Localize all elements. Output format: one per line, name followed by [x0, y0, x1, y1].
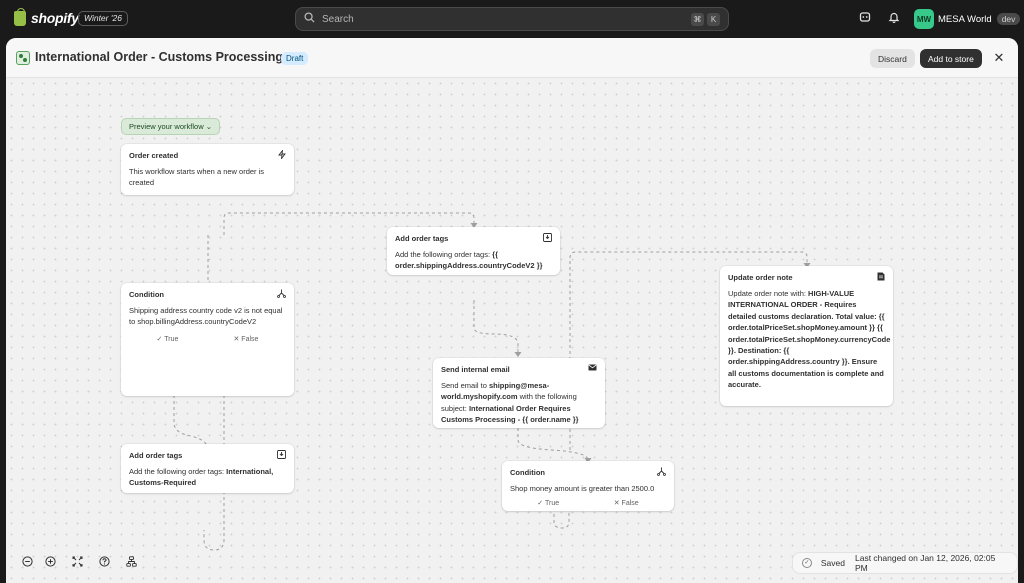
condition-node-country[interactable]: Condition Shipping address country code … — [121, 283, 294, 396]
node-title: Condition — [510, 468, 545, 477]
search-icon — [304, 12, 318, 26]
add-to-store-button[interactable]: Add to store — [920, 49, 982, 68]
fit-view-icon[interactable] — [68, 556, 86, 574]
node-title: Send internal email — [441, 365, 510, 374]
action-node-add-tags-country[interactable]: Add order tags Add the following order t… — [387, 227, 560, 275]
node-title: Add order tags — [395, 234, 449, 243]
true-branch-label[interactable]: ✓ True — [537, 499, 559, 507]
false-branch-label[interactable]: ✕ False — [233, 335, 258, 343]
close-icon[interactable]: ✕ — [991, 50, 1007, 66]
arrowhead — [514, 352, 522, 357]
lightning-icon — [278, 148, 286, 161]
condition-node-amount[interactable]: Condition Shop money amount is greater t… — [502, 461, 674, 511]
action-node-add-tags-international[interactable]: Add order tags Add the following order t… — [121, 444, 294, 493]
store-name: MESA World — [938, 13, 992, 25]
bell-icon[interactable] — [887, 11, 901, 25]
trigger-node-order-created[interactable]: Order created This workflow starts when … — [121, 144, 294, 195]
connector-line — [553, 508, 570, 529]
search-placeholder: Search — [322, 13, 354, 25]
shopify-logo[interactable]: shopify — [14, 7, 79, 26]
connector-line — [473, 300, 519, 354]
node-title: Condition — [129, 290, 164, 299]
zoom-in-icon[interactable] — [41, 556, 59, 574]
workflow-editor-panel: International Order - Customs Processing… — [6, 38, 1018, 583]
node-title: Update order note — [728, 273, 793, 282]
description-prefix: Send email to — [441, 381, 489, 390]
tag-download-icon — [543, 233, 552, 244]
canvas-toolbar — [18, 556, 145, 574]
description-prefix: Update order note with: — [728, 289, 809, 298]
search-input[interactable]: Search ⌘ K — [295, 7, 729, 31]
page-title: International Order - Customs Processing — [35, 50, 283, 64]
node-description: Shop money amount is greater than 2500.0 — [510, 484, 655, 493]
save-status: ✓ Saved Last changed on Jan 12, 2026, 02… — [792, 552, 1018, 574]
tag-download-icon — [277, 450, 286, 461]
status-badge: Draft — [281, 52, 309, 65]
description-prefix: Add the following order tags: — [129, 467, 227, 476]
saved-label: Saved — [820, 558, 845, 568]
help-icon[interactable] — [95, 556, 113, 574]
season-badge: Winter '26 — [78, 11, 128, 26]
layout-icon[interactable] — [122, 556, 140, 574]
node-description: Update order note with: HIGH-VALUE INTER… — [728, 288, 890, 391]
store-menu[interactable]: MW MESA World dev — [914, 8, 1021, 30]
shopify-bag-icon — [14, 7, 26, 26]
branch-icon — [277, 289, 286, 300]
mail-icon — [588, 364, 597, 373]
shortcut-key-k: K — [707, 12, 720, 26]
pos-icon[interactable] — [858, 11, 872, 25]
dev-badge: dev — [996, 13, 1021, 25]
logo-text: shopify — [31, 10, 79, 26]
note-icon — [877, 272, 885, 283]
branch-labels: ✓ True ✕ False — [129, 335, 286, 343]
node-description: Add the following order tags: {{ order.s… — [395, 249, 552, 272]
description-prefix: Add the following order tags: — [395, 250, 493, 259]
node-description: Add the following order tags: Internatio… — [129, 466, 286, 489]
node-title: Add order tags — [129, 451, 183, 460]
false-branch-label[interactable]: ✕ False — [614, 499, 639, 507]
node-description: Shipping address country code v2 is not … — [129, 306, 283, 327]
top-bar: shopify Winter '26 Search ⌘ K MW MESA Wo… — [0, 0, 1024, 38]
action-node-update-note[interactable]: Update order note Update order note with… — [720, 266, 893, 406]
editor-header: International Order - Customs Processing… — [6, 38, 1018, 78]
last-changed-text: Last changed on Jan 12, 2026, 02:05 PM — [854, 553, 996, 573]
avatar: MW — [914, 9, 934, 29]
true-branch-label[interactable]: ✓ True — [157, 335, 179, 343]
node-description: This workflow starts when a new order is… — [129, 167, 265, 188]
node-title: Order created — [129, 151, 179, 160]
preview-workflow-button[interactable]: Preview your workflow ⌄ — [121, 118, 220, 135]
workflow-canvas[interactable]: Preview your workflow ⌄ Order created Th… — [6, 78, 1018, 583]
node-description: Send email to shipping@mesa-world.myshop… — [441, 380, 597, 426]
check-circle-icon: ✓ — [802, 558, 812, 568]
discard-button[interactable]: Discard — [870, 49, 915, 68]
action-node-send-email[interactable]: Send internal email Send email to shippi… — [433, 358, 605, 428]
note-value: HIGH-VALUE INTERNATIONAL ORDER - Require… — [728, 289, 891, 390]
branch-labels: ✓ True ✕ False — [510, 499, 666, 507]
branch-icon — [657, 467, 666, 478]
connector-line — [517, 428, 589, 461]
shortcut-key-cmd: ⌘ — [691, 12, 704, 26]
zoom-out-icon[interactable] — [18, 556, 36, 574]
workflow-icon — [16, 51, 30, 65]
